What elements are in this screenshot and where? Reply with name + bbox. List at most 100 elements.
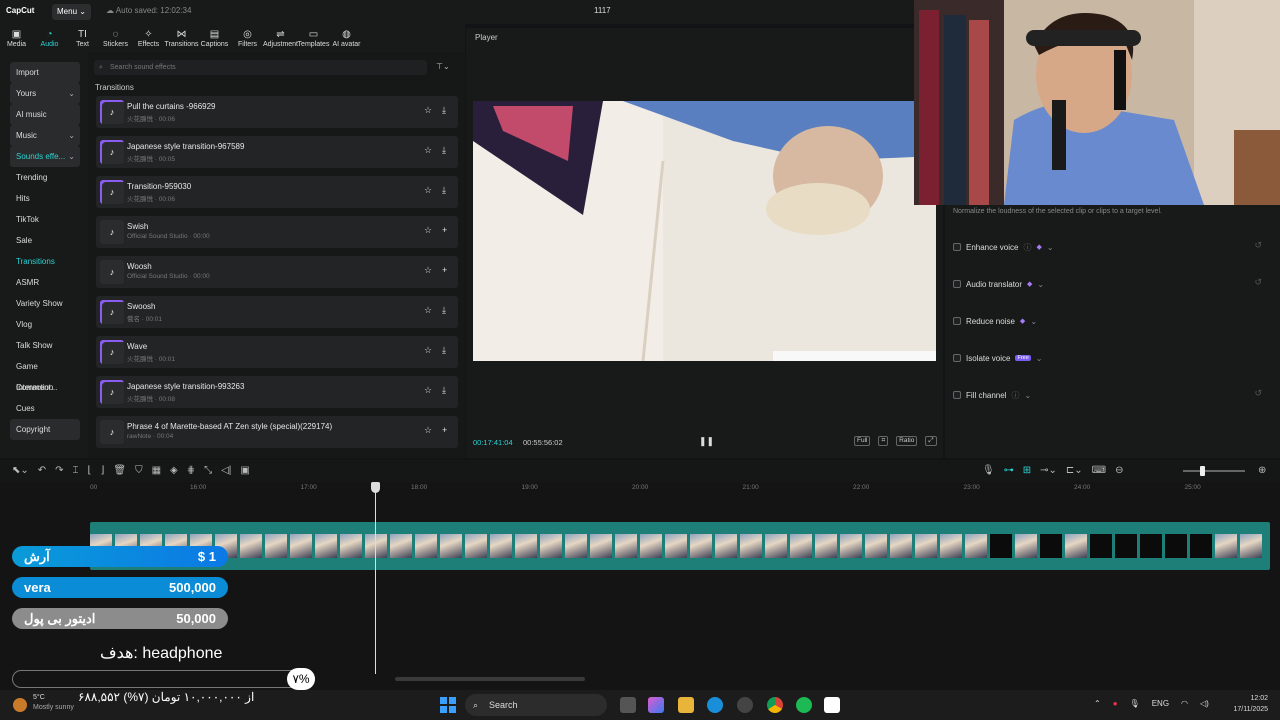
audio-split-icon[interactable]: ◁| [221,465,231,476]
sidebar-item-copyright[interactable]: Copyright [10,419,80,440]
player-control-1[interactable]: ⌗ [878,436,889,446]
favorite-star-icon[interactable]: ☆ [424,185,432,196]
sidebar-item-tiktok[interactable]: TikTok [10,209,80,230]
sidebar-item-import[interactable]: Import [10,62,80,83]
capcut-icon[interactable] [824,697,840,713]
sound-item[interactable]: ♪ Woosh Official Sound Studio · 00:00 ☆ + [96,256,458,288]
add-icon[interactable]: + [442,425,447,435]
sidebar-item-yours[interactable]: Yours ⌄ [10,83,80,104]
microphone-icon[interactable]: 🎙 [982,465,995,476]
caption-icon[interactable]: ⌨ [1092,465,1106,476]
edge-icon[interactable] [707,697,723,713]
favorite-star-icon[interactable]: ☆ [424,225,432,236]
download-icon[interactable]: ⤓ [442,345,446,356]
select-tool-icon[interactable]: ⬉⌄ [12,465,29,476]
tab-audio[interactable]: ◔ Audio [33,24,66,52]
option-fill-channel[interactable]: Fill channel ⓘ ⌄ [953,388,1031,402]
undo-icon[interactable]: ↶ [38,465,46,476]
clock[interactable]: 12:02 17/11/2025 [1228,693,1268,715]
sound-item[interactable]: ♪ Swoosh 俄名 · 00:01 ☆ ⤓ [96,296,458,328]
tab-adjustment[interactable]: ⇌ Adjustment [263,24,298,52]
sound-item[interactable]: ♪ Wave 火花腺悦 · 00:01 ☆ ⤓ [96,336,458,368]
magnet-icon[interactable]: ⊞ [1023,465,1031,476]
shield-icon[interactable]: ⛉ [135,465,143,476]
music-note-icon[interactable]: ♪ [100,300,124,324]
marker-icon[interactable]: ◈ [170,465,178,476]
task-view-icon[interactable] [620,697,636,713]
checkbox[interactable] [953,391,961,399]
sound-item[interactable]: ♪ Transition-959030 火花腺悦 · 00:06 ☆ ⤓ [96,176,458,208]
checkbox[interactable] [953,317,961,325]
menu-button[interactable]: Menu ⌄ [52,4,91,20]
time-ruler[interactable]: 00 16:00 17:00 18:00 19:00 20:00 21:00 22:00 23:… [0,482,1280,496]
tab-stickers[interactable]: ◌ Stickers [99,24,132,52]
sidebar-item-cues[interactable]: Cues [10,398,80,419]
pause-icon[interactable]: ❚❚ [699,436,714,447]
chrome-icon[interactable] [767,697,783,713]
sound-item[interactable]: ♪ Swish Official Sound Studio · 00:00 ☆ + [96,216,458,248]
zoom-slider-handle[interactable] [1200,466,1205,476]
sound-item[interactable]: ♪ Japanese style transition-993263 火花腺悦 · … [96,376,458,408]
preview-axis-icon[interactable]: ⊏⌄ [1066,465,1083,476]
music-note-icon[interactable]: ♪ [100,340,124,364]
sidebar-item-vlog[interactable]: Vlog [10,314,80,335]
freeze-icon[interactable]: ⋕ [187,465,195,476]
reset-icon[interactable]: ↺ [1254,240,1262,251]
favorite-star-icon[interactable]: ☆ [424,145,432,156]
music-note-icon[interactable]: ♪ [100,260,124,284]
chevron-down-icon[interactable]: ⌄ [1030,317,1037,326]
sound-item[interactable]: ♪ Pull the curtains -966929 火花腺悦 · 00:06 ☆ ⤓ [96,96,458,128]
checkbox[interactable] [953,243,961,251]
tab-media[interactable]: ▣ Media [0,24,33,52]
sidebar-item-game-comment[interactable]: Game Comment... [10,356,80,392]
zoom-out-icon[interactable]: ⊖ [1115,465,1123,476]
favorite-star-icon[interactable]: ☆ [424,105,432,116]
option-enhance-voice[interactable]: Enhance voice ⓘ ◆ ⌄ [953,240,1054,254]
reset-icon[interactable]: ↺ [1254,277,1262,288]
volume-icon[interactable]: ◁) [1200,699,1209,708]
music-note-icon[interactable]: ♪ [100,140,124,164]
auto-reframe-icon[interactable]: ⤡ [204,465,212,476]
download-icon[interactable]: ⤓ [442,105,446,116]
chevron-down-icon[interactable]: ⌄ [1037,280,1044,289]
zoom-slider[interactable] [1183,470,1245,472]
tab-text[interactable]: TI Text [66,24,99,52]
tab-ai-avatar[interactable]: ◍ AI avatar [330,24,363,52]
music-note-icon[interactable]: ♪ [100,100,124,124]
copilot-icon[interactable] [648,697,664,713]
favorite-star-icon[interactable]: ☆ [424,385,432,396]
playhead[interactable] [375,482,376,674]
download-icon[interactable]: ⤓ [442,385,446,396]
sidebar-item-transitions[interactable]: Transitions [10,251,80,272]
tray-app-icon[interactable]: ● [1113,699,1118,708]
playhead-handle[interactable] [371,482,380,493]
main-video-track[interactable] [90,522,1270,570]
taskbar-search[interactable]: ⌕ Search [465,694,607,716]
windows-start-button[interactable] [440,697,456,713]
chevron-down-icon[interactable]: ⌄ [1047,243,1054,252]
sidebar-item-interaction[interactable]: Interaction [10,377,80,398]
chevron-up-icon[interactable]: ⌃ [1094,699,1101,708]
download-icon[interactable]: ⤓ [442,185,446,196]
favorite-star-icon[interactable]: ☆ [424,265,432,276]
split-left-icon[interactable]: ⌊ [88,465,92,476]
language-indicator[interactable]: ENG [1152,699,1169,708]
crop-icon[interactable]: ▦ [152,465,161,476]
sidebar-item-ai-music[interactable]: AI music [10,104,80,125]
tab-captions[interactable]: ▤ Captions [198,24,231,52]
favorite-star-icon[interactable]: ☆ [424,425,432,436]
add-icon[interactable]: + [442,265,447,275]
obs-icon[interactable] [737,697,753,713]
music-note-icon[interactable]: ♪ [100,180,124,204]
option-isolate-voice[interactable]: Isolate voice Free ⌄ [953,351,1042,365]
option-audio-translator[interactable]: Audio translator ◆ ⌄ [953,277,1044,291]
info-icon[interactable]: ⓘ [1023,242,1031,253]
microphone-tray-icon[interactable]: 🎙 [1130,699,1140,708]
add-icon[interactable]: + [442,225,447,235]
reset-icon[interactable]: ↺ [1254,388,1262,399]
music-note-icon[interactable]: ♪ [100,220,124,244]
favorite-star-icon[interactable]: ☆ [424,305,432,316]
chevron-down-icon[interactable]: ⌄ [1024,391,1031,400]
download-icon[interactable]: ⤓ [442,145,446,156]
favorite-star-icon[interactable]: ☆ [424,345,432,356]
